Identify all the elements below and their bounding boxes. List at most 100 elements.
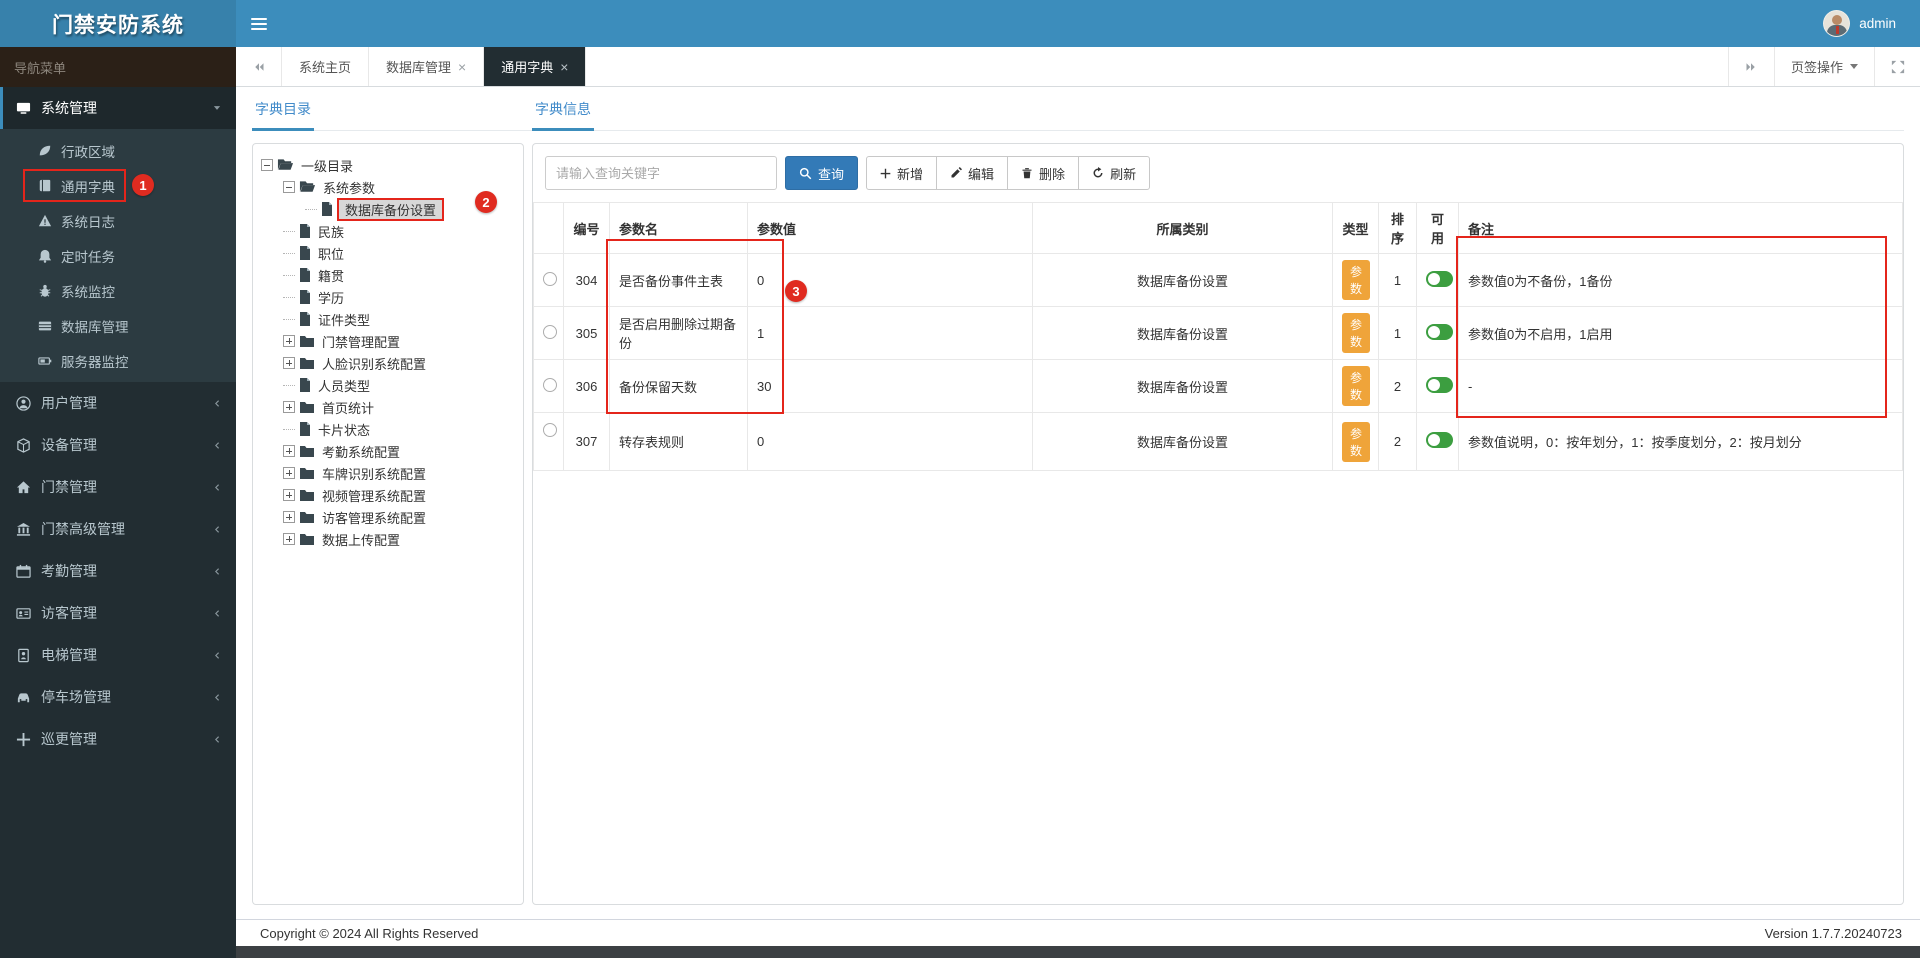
sidebar-group-patrol-management[interactable]: 巡更管理 bbox=[0, 718, 236, 760]
user-menu[interactable]: admin bbox=[1823, 10, 1920, 37]
tab-actions-dropdown[interactable]: 页签操作 bbox=[1773, 47, 1874, 86]
tree-node-person-type[interactable]: 人员类型 bbox=[259, 374, 517, 396]
search-input[interactable] bbox=[545, 156, 777, 190]
page-content: 字典目录 字典信息 一级目录 系统参数 数据库备份设置 民族 职位 籍贯 学历 … bbox=[236, 87, 1920, 919]
tree-connector bbox=[283, 274, 295, 276]
tree-node-label: 视频管理系统配置 bbox=[322, 488, 427, 504]
enabled-toggle[interactable] bbox=[1426, 376, 1453, 393]
sidebar-item-admin-region[interactable]: 行政区域 bbox=[0, 133, 236, 168]
sidebar-group-device-management[interactable]: 设备管理 bbox=[0, 424, 236, 466]
sidebar-group-label: 门禁高级管理 bbox=[41, 521, 125, 537]
tab-bar: 系统主页 数据库管理 × 通用字典 × 页签操作 bbox=[236, 47, 1920, 87]
sidebar-group-parking-management[interactable]: 停车场管理 bbox=[0, 676, 236, 718]
enabled-toggle[interactable] bbox=[1426, 432, 1453, 448]
tree-node-plate-recognition-config[interactable]: 车牌识别系统配置 bbox=[259, 462, 517, 484]
tree-node-education[interactable]: 学历 bbox=[259, 286, 517, 308]
table-row: 304 是否备份事件主表 0 数据库备份设置 参数 1 参数值0为不备份，1备份 bbox=[533, 253, 1903, 307]
sidebar-group-access-advanced[interactable]: 门禁高级管理 bbox=[0, 508, 236, 550]
refresh-button[interactable]: 刷新 bbox=[1078, 156, 1151, 190]
search-button[interactable]: 查询 bbox=[785, 156, 859, 190]
tree-node-home-stats[interactable]: 首页统计 bbox=[259, 396, 517, 418]
enabled-toggle[interactable] bbox=[1426, 323, 1453, 340]
sidebar-item-server-monitor[interactable]: 服务器监控 bbox=[0, 343, 236, 378]
tree-node-native-place[interactable]: 籍贯 bbox=[259, 264, 517, 286]
tabs-scroll-right-icon[interactable] bbox=[1727, 47, 1774, 86]
close-tab-icon[interactable]: × bbox=[560, 60, 568, 74]
annotation-marker-2: 2 bbox=[475, 191, 497, 213]
cell-category: 数据库备份设置 bbox=[1032, 412, 1333, 471]
expand-icon[interactable] bbox=[283, 357, 295, 369]
header-category: 所属类别 bbox=[1032, 202, 1333, 254]
sidebar-item-database-management[interactable]: 数据库管理 bbox=[0, 308, 236, 343]
tree-node-face-recognition-config[interactable]: 人脸识别系统配置 bbox=[259, 352, 517, 374]
tree-connector bbox=[283, 252, 295, 254]
tree-node-label: 数据库备份设置 bbox=[337, 197, 445, 221]
enabled-toggle[interactable] bbox=[1426, 270, 1453, 287]
tree-node-label: 职位 bbox=[318, 246, 345, 262]
book-icon bbox=[38, 179, 52, 193]
expand-icon[interactable] bbox=[283, 467, 295, 479]
table-icon bbox=[38, 319, 52, 333]
refresh-button-label: 刷新 bbox=[1110, 166, 1137, 182]
sidebar-group-attendance-management[interactable]: 考勤管理 bbox=[0, 550, 236, 592]
row-radio[interactable] bbox=[543, 271, 557, 286]
tree-node-root[interactable]: 一级目录 bbox=[259, 154, 517, 176]
sidebar-item-system-log[interactable]: 系统日志 bbox=[0, 203, 236, 238]
tree-node-label: 考勤系统配置 bbox=[322, 444, 401, 460]
edit-button[interactable]: 编辑 bbox=[936, 156, 1009, 190]
sidebar-group-visitor-management[interactable]: 访客管理 bbox=[0, 592, 236, 634]
tab-dictionary[interactable]: 通用字典 × bbox=[484, 47, 587, 86]
tab-dictionary-catalog[interactable]: 字典目录 bbox=[252, 88, 314, 131]
row-radio[interactable] bbox=[543, 377, 557, 392]
expand-icon[interactable] bbox=[283, 533, 295, 545]
sidebar-item-dictionary[interactable]: 通用字典 1 bbox=[0, 168, 236, 203]
expand-icon[interactable] bbox=[283, 511, 295, 523]
collapse-icon[interactable] bbox=[283, 181, 295, 193]
table-row: 306 备份保留天数 30 数据库备份设置 参数 2 - bbox=[533, 359, 1903, 413]
tree-node-visitor-config[interactable]: 访客管理系统配置 bbox=[259, 506, 517, 528]
row-radio[interactable] bbox=[543, 324, 557, 339]
file-icon bbox=[299, 246, 311, 260]
tree-node-data-upload-config[interactable]: 数据上传配置 bbox=[259, 528, 517, 550]
expand-icon[interactable] bbox=[283, 401, 295, 413]
sidebar-submenu: 行政区域 通用字典 1 系统日志 定时任务 系统监控 数据库管理 服务器监控 bbox=[0, 129, 236, 382]
tab-system-home[interactable]: 系统主页 bbox=[282, 47, 370, 86]
tab-label: 数据库管理 bbox=[386, 60, 452, 75]
fullscreen-icon[interactable] bbox=[1874, 47, 1920, 86]
tree-node-video-config[interactable]: 视频管理系统配置 bbox=[259, 484, 517, 506]
close-tab-icon[interactable]: × bbox=[458, 60, 466, 74]
expand-icon[interactable] bbox=[283, 335, 295, 347]
folder-icon bbox=[299, 533, 315, 546]
expand-icon[interactable] bbox=[283, 445, 295, 457]
sidebar-item-label: 系统监控 bbox=[61, 284, 115, 300]
tab-database-management[interactable]: 数据库管理 × bbox=[369, 47, 485, 86]
sidebar-item-system-monitor[interactable]: 系统监控 bbox=[0, 273, 236, 308]
tree-node-ethnicity[interactable]: 民族 bbox=[259, 220, 517, 242]
sidebar-toggle-icon[interactable] bbox=[236, 0, 282, 47]
sidebar-group-access-management[interactable]: 门禁管理 bbox=[0, 466, 236, 508]
delete-button[interactable]: 删除 bbox=[1007, 156, 1080, 190]
sidebar-group-system-management[interactable]: 系统管理 bbox=[0, 87, 236, 129]
tree-node-attendance-config[interactable]: 考勤系统配置 bbox=[259, 440, 517, 462]
tab-dictionary-info[interactable]: 字典信息 bbox=[532, 88, 594, 131]
id-card-icon bbox=[16, 606, 31, 621]
tree-node-position[interactable]: 职位 bbox=[259, 242, 517, 264]
row-radio[interactable] bbox=[543, 423, 557, 437]
leaf-icon bbox=[38, 144, 52, 158]
cell-value: 0 bbox=[747, 412, 1033, 471]
tab-actions-label: 页签操作 bbox=[1790, 60, 1843, 75]
tree-node-id-type[interactable]: 证件类型 bbox=[259, 308, 517, 330]
file-icon bbox=[299, 312, 311, 326]
tabs-scroll-left-icon[interactable] bbox=[236, 47, 282, 86]
sidebar-group-user-management[interactable]: 用户管理 bbox=[0, 382, 236, 424]
nav-menu-label: 导航菜单 bbox=[0, 47, 236, 87]
sidebar-group-elevator-management[interactable]: 电梯管理 bbox=[0, 634, 236, 676]
sidebar-item-scheduled-tasks[interactable]: 定时任务 bbox=[0, 238, 236, 273]
collapse-icon[interactable] bbox=[261, 159, 273, 171]
sidebar-group-label: 停车场管理 bbox=[41, 689, 111, 705]
tree-node-access-config[interactable]: 门禁管理配置 bbox=[259, 330, 517, 352]
tree-node-card-status[interactable]: 卡片状态 bbox=[259, 418, 517, 440]
sidebar-group-label: 电梯管理 bbox=[41, 647, 97, 663]
add-button[interactable]: 新增 bbox=[866, 156, 938, 190]
expand-icon[interactable] bbox=[283, 489, 295, 501]
